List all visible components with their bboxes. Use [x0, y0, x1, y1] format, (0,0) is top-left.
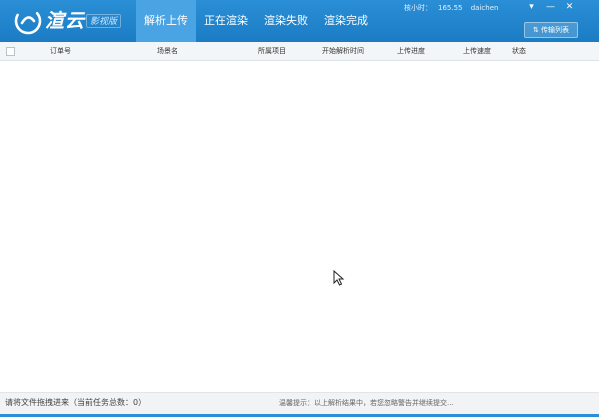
app-window: 渲云 影视版 解析上传 正在渲染 渲染失败 渲染完成 核小时： 165.55 da…	[0, 0, 599, 417]
minimize-icon[interactable]: —	[541, 0, 560, 14]
edition-badge: 影视版	[86, 14, 122, 28]
window-controls: ▾ — ✕	[522, 0, 579, 14]
table-header: 订单号 场景名 所属项目 开始解析时间 上传进度 上传速度 状态	[0, 42, 599, 61]
column-upload-progress[interactable]: 上传进度	[397, 42, 425, 61]
column-status[interactable]: 状态	[512, 42, 526, 61]
transfer-list-button[interactable]: ⇅ 传输列表	[524, 22, 578, 38]
transfer-arrows-icon: ⇅	[532, 26, 539, 34]
tab-rendering[interactable]: 正在渲染	[196, 0, 256, 42]
tab-render-complete[interactable]: 渲染完成	[316, 0, 376, 42]
account-info: 核小时： 165.55 daichen	[404, 3, 504, 15]
column-order-id[interactable]: 订单号	[50, 42, 71, 61]
balance-value: 165.55	[438, 4, 463, 12]
transfer-list-label: 传输列表	[541, 26, 570, 34]
notice-text: 温馨提示：以上解析结果中，若您忽略警告并继续提交...	[279, 399, 454, 407]
column-project[interactable]: 所属项目	[258, 42, 286, 61]
task-list-dropzone[interactable]	[0, 62, 599, 391]
close-icon[interactable]: ✕	[560, 0, 579, 14]
tab-parse-upload[interactable]: 解析上传	[136, 0, 196, 42]
cloud-logo-icon	[14, 7, 42, 35]
drop-hint-text: 请将文件拖拽进来（当前任务总数：0）	[5, 398, 147, 407]
menu-dropdown-icon[interactable]: ▾	[522, 0, 541, 14]
column-scene-name[interactable]: 场景名	[157, 42, 178, 61]
mouse-cursor-icon	[333, 270, 345, 286]
username[interactable]: daichen	[471, 4, 499, 12]
main-tabs: 解析上传 正在渲染 渲染失败 渲染完成	[136, 0, 376, 42]
app-logo: 渲云 影视版	[14, 7, 130, 35]
column-upload-speed[interactable]: 上传速度	[463, 42, 491, 61]
title-bar: 渲云 影视版 解析上传 正在渲染 渲染失败 渲染完成 核小时： 165.55 da…	[0, 0, 599, 42]
brand-name: 渲云	[45, 10, 86, 32]
balance-label: 核小时：	[404, 4, 432, 12]
select-all-checkbox[interactable]	[6, 47, 15, 56]
tab-render-failed[interactable]: 渲染失败	[256, 0, 316, 42]
column-parse-start-time[interactable]: 开始解析时间	[322, 42, 364, 61]
